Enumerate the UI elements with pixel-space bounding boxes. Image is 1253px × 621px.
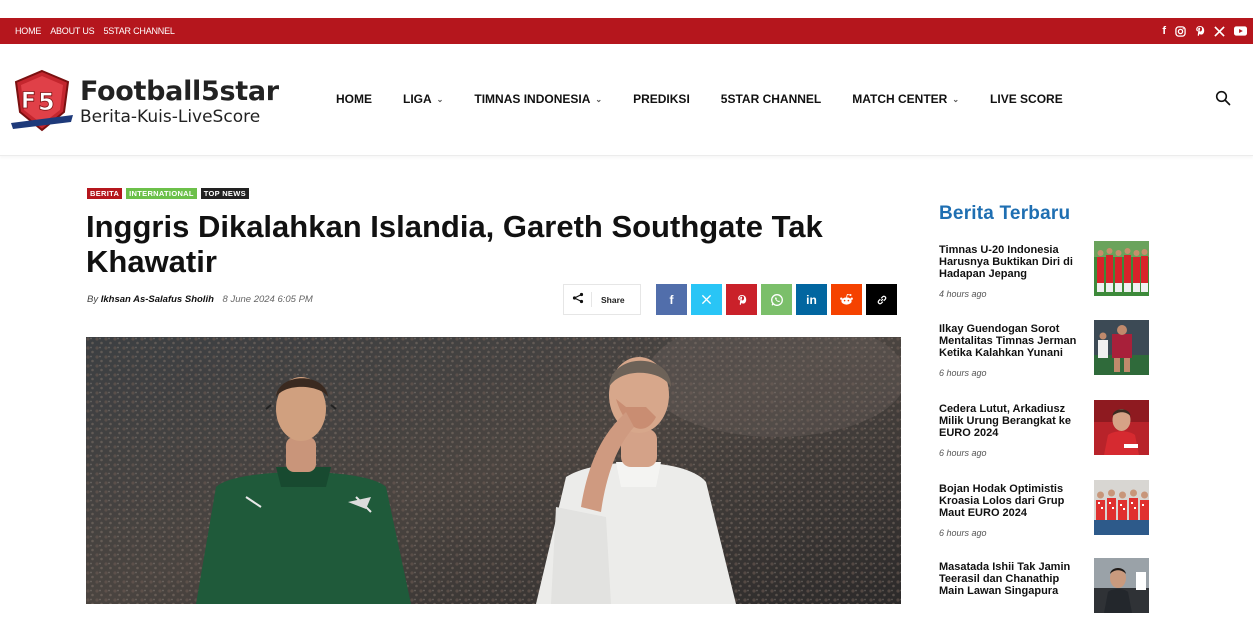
article-byline: By Ikhsan As-Salafus Sholih 8 June 2024 … bbox=[87, 294, 313, 305]
sidebar-news-item[interactable]: Ilkay Guendogan Sorot Mentalitas Timnas … bbox=[939, 320, 1154, 383]
nav-home-label: HOME bbox=[336, 92, 372, 106]
social-icons: f bbox=[1162, 18, 1247, 44]
share-whatsapp-button[interactable] bbox=[761, 284, 792, 315]
article-title: Inggris Dikalahkan Islandia, Gareth Sout… bbox=[86, 209, 823, 279]
facebook-icon[interactable]: f bbox=[1162, 25, 1166, 37]
linkedin-icon: in bbox=[806, 292, 817, 307]
logo-title: Football5star bbox=[80, 76, 279, 107]
sidebar-title: Berita Terbaru bbox=[939, 203, 1071, 224]
news-thumbnail[interactable] bbox=[1094, 320, 1149, 375]
news-thumbnail[interactable] bbox=[1094, 558, 1149, 613]
chevron-down-icon: ⌄ bbox=[952, 94, 960, 104]
nav-timnas-label: TIMNAS INDONESIA bbox=[474, 92, 591, 106]
share-x-button[interactable] bbox=[691, 284, 722, 315]
football5star-logo-icon: F 5 bbox=[11, 69, 73, 132]
share-reddit-button[interactable] bbox=[831, 284, 862, 315]
nav-live-score[interactable]: LIVE SCORE bbox=[990, 92, 1063, 106]
hero-photo bbox=[86, 337, 901, 604]
news-thumbnail[interactable] bbox=[1094, 400, 1149, 455]
category-tag-berita[interactable]: BERITA bbox=[87, 188, 123, 199]
news-title[interactable]: Ilkay Guendogan Sorot Mentalitas Timnas … bbox=[939, 323, 1087, 359]
chevron-down-icon: ⌄ bbox=[436, 94, 444, 104]
nav-match-center[interactable]: MATCH CENTER ⌄ bbox=[852, 92, 959, 106]
whatsapp-icon bbox=[770, 293, 783, 306]
article-hero-image bbox=[86, 337, 901, 604]
site-header: F 5 Football5star Berita-Kuis-LiveScore … bbox=[0, 44, 1253, 156]
nav-prediksi[interactable]: PREDIKSI bbox=[633, 92, 690, 106]
top-link-about-us[interactable]: ABOUT US bbox=[50, 26, 94, 36]
sidebar-news-item[interactable]: Cedera Lutut, Arkadiusz Milik Urung Bera… bbox=[939, 400, 1154, 463]
nav-home[interactable]: HOME bbox=[336, 92, 372, 106]
link-icon bbox=[877, 295, 886, 304]
svg-text:F: F bbox=[21, 89, 36, 114]
top-link-home[interactable]: HOME bbox=[15, 26, 41, 36]
news-time: 6 hours ago bbox=[939, 368, 987, 378]
news-title[interactable]: Timnas U-20 Indonesia Harusnya Buktikan … bbox=[939, 244, 1087, 280]
share-icon bbox=[564, 292, 592, 307]
share-label: Share bbox=[601, 294, 625, 305]
category-tags: BERITA INTERNATIONAL TOP NEWS bbox=[87, 188, 249, 199]
share-pinterest-button[interactable] bbox=[726, 284, 757, 315]
nav-liga[interactable]: LIGA ⌄ bbox=[403, 92, 443, 106]
sidebar-news-item[interactable]: Timnas U-20 Indonesia Harusnya Buktikan … bbox=[939, 241, 1154, 304]
top-strip bbox=[0, 0, 1253, 18]
nav-liga-label: LIGA bbox=[403, 92, 432, 106]
sidebar-news-item[interactable]: Masatada Ishii Tak Jamin Teerasil dan Ch… bbox=[939, 558, 1154, 621]
youtube-icon[interactable] bbox=[1234, 26, 1247, 36]
logo-subtitle: Berita-Kuis-LiveScore bbox=[80, 107, 261, 127]
x-icon[interactable] bbox=[1214, 25, 1225, 37]
news-thumbnail[interactable] bbox=[1094, 480, 1149, 535]
category-tag-international[interactable]: INTERNATIONAL bbox=[126, 188, 197, 199]
news-time: 4 hours ago bbox=[939, 289, 987, 299]
search-icon[interactable] bbox=[1215, 90, 1231, 106]
news-title[interactable]: Masatada Ishii Tak Jamin Teerasil dan Ch… bbox=[939, 561, 1087, 597]
share-facebook-button[interactable]: f bbox=[656, 284, 687, 315]
nav-match-center-label: MATCH CENTER bbox=[852, 92, 948, 106]
author-link[interactable]: Ikhsan As-Salafus Sholih bbox=[101, 294, 214, 305]
reddit-icon bbox=[840, 294, 853, 305]
share-toggle[interactable]: Share bbox=[563, 284, 641, 315]
news-time: 6 hours ago bbox=[939, 528, 987, 538]
news-time: 6 hours ago bbox=[939, 448, 987, 458]
main-nav: HOME LIGA ⌄ TIMNAS INDONESIA ⌄ PREDIKSI 5S… bbox=[336, 92, 1094, 106]
article-date: 8 June 2024 6:05 PM bbox=[222, 294, 313, 305]
x-icon bbox=[701, 294, 712, 305]
nav-prediksi-label: PREDIKSI bbox=[633, 92, 690, 106]
sidebar-latest-news: Berita Terbaru Timnas U-20 Indonesia Har… bbox=[939, 203, 1154, 613]
nav-timnas-indonesia[interactable]: TIMNAS INDONESIA ⌄ bbox=[474, 92, 602, 106]
pinterest-icon[interactable] bbox=[1195, 25, 1205, 37]
site-logo[interactable]: F 5 Football5star Berita-Kuis-LiveScore bbox=[9, 68, 279, 136]
pinterest-icon bbox=[737, 294, 746, 305]
instagram-icon[interactable] bbox=[1175, 25, 1186, 37]
news-title[interactable]: Bojan Hodak Optimistis Kroasia Lolos dar… bbox=[939, 483, 1087, 519]
category-tag-top-news[interactable]: TOP NEWS bbox=[200, 188, 249, 199]
news-title[interactable]: Cedera Lutut, Arkadiusz Milik Urung Bera… bbox=[939, 403, 1087, 439]
byline-prefix: By bbox=[87, 294, 99, 305]
share-buttons: f in bbox=[656, 284, 897, 315]
copy-link-button[interactable] bbox=[866, 284, 897, 315]
top-links: HOME ABOUT US 5STAR CHANNEL bbox=[0, 26, 175, 36]
nav-5star-channel[interactable]: 5STAR CHANNEL bbox=[721, 92, 821, 106]
top-bar: HOME ABOUT US 5STAR CHANNEL f bbox=[0, 18, 1253, 44]
nav-live-score-label: LIVE SCORE bbox=[990, 92, 1063, 106]
news-thumbnail[interactable] bbox=[1094, 241, 1149, 296]
chevron-down-icon: ⌄ bbox=[595, 94, 603, 104]
top-link-5star-channel[interactable]: 5STAR CHANNEL bbox=[103, 26, 174, 36]
nav-channel-label: 5STAR CHANNEL bbox=[720, 92, 822, 106]
svg-text:5: 5 bbox=[38, 88, 55, 116]
facebook-icon: f bbox=[669, 292, 674, 307]
share-linkedin-button[interactable]: in bbox=[796, 284, 827, 315]
sidebar-news-item[interactable]: Bojan Hodak Optimistis Kroasia Lolos dar… bbox=[939, 480, 1154, 543]
